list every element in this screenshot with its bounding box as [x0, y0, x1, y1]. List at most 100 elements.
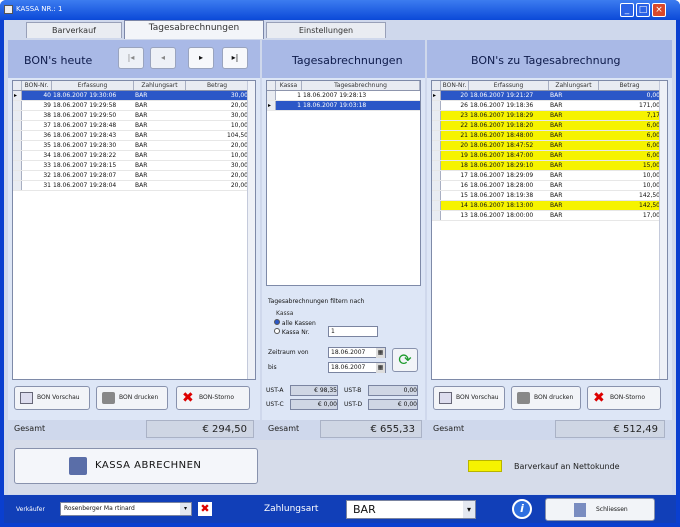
table-row[interactable]: 36 18.06.2007 19:28:43 BAR 104,50	[13, 131, 255, 141]
payment-select[interactable]: BAR ▾	[346, 500, 476, 519]
minimize-button[interactable]: _	[620, 3, 634, 17]
last-record-button[interactable]: ▸|	[222, 47, 248, 69]
table-row[interactable]: 22 18.06.2007 19:18:20 BAR 6,00	[432, 121, 667, 131]
row-selector[interactable]	[432, 101, 441, 110]
row-selector[interactable]	[267, 91, 276, 100]
bons-today-grid[interactable]: BON-Nr. Erfassung Zahlungsart Betrag ▸ 40…	[12, 80, 256, 380]
col-bon-nr[interactable]: BON-Nr.	[441, 81, 469, 90]
table-row[interactable]: 33 18.06.2007 19:28:15 BAR 30,00	[13, 161, 255, 171]
table-row[interactable]: ▸ 20 18.06.2007 19:21:27 BAR 0,00	[432, 91, 667, 101]
row-selector[interactable]	[432, 121, 441, 130]
table-row[interactable]: ▸ 1 18.06.2007 19:03:18	[267, 101, 420, 111]
table-row[interactable]: 31 18.06.2007 19:28:04 BAR 20,00	[13, 181, 255, 191]
maximize-button[interactable]: □	[636, 3, 650, 17]
kassa-abrechnen-button[interactable]: KASSA ABRECHNEN	[14, 448, 258, 484]
bons-zu-grid[interactable]: BON-Nr. Erfassung Zahlungsart Betrag ▸ 20…	[431, 80, 668, 380]
row-selector[interactable]	[13, 111, 22, 120]
table-row[interactable]: 14 18.06.2007 18:13:00 BAR 142,50	[432, 201, 667, 211]
tab-tagesabrechnungen[interactable]: Tagesabrechnungen	[124, 20, 264, 39]
table-row[interactable]: 18 18.06.2007 18:29:10 BAR 15,00	[432, 161, 667, 171]
info-icon[interactable]: i	[512, 499, 532, 519]
row-selector[interactable]	[432, 181, 441, 190]
first-record-button[interactable]: |◂	[118, 47, 144, 69]
table-row[interactable]: 17 18.06.2007 18:29:09 BAR 10,00	[432, 171, 667, 181]
table-row[interactable]: 37 18.06.2007 19:28:48 BAR 10,00	[13, 121, 255, 131]
col-tagesabrechnung[interactable]: Tagesabrechnung	[302, 81, 420, 90]
bon-preview-button[interactable]: BON Vorschau	[14, 386, 90, 410]
refresh-icon[interactable]: ⟳	[392, 348, 418, 372]
calendar-icon[interactable]: ▦	[376, 348, 385, 358]
row-selector[interactable]: ▸	[267, 101, 276, 110]
row-selector[interactable]	[432, 171, 441, 180]
row-selector[interactable]	[432, 161, 441, 170]
col-erfassung[interactable]: Erfassung	[52, 81, 134, 90]
row-selector[interactable]: ▸	[13, 91, 22, 100]
table-row[interactable]: 38 18.06.2007 19:29:50 BAR 30,00	[13, 111, 255, 121]
row-selector[interactable]	[432, 131, 441, 140]
row-selector[interactable]	[13, 161, 22, 170]
table-row[interactable]: 39 18.06.2007 19:29:58 BAR 20,00	[13, 101, 255, 111]
tagesabrechnungen-grid[interactable]: Kassa Tagesabrechnung 1 18.06.2007 19:28:…	[266, 80, 421, 286]
table-row[interactable]: 20 18.06.2007 18:47:52 BAR 6,00	[432, 141, 667, 151]
row-selector[interactable]	[13, 181, 22, 190]
col-erfassung[interactable]: Erfassung	[469, 81, 549, 90]
col-zahlungsart[interactable]: Zahlungsart	[134, 81, 186, 90]
kassa-nr-input[interactable]: 1	[328, 326, 378, 337]
row-selector[interactable]	[13, 131, 22, 140]
close-app-button[interactable]: Schliessen	[545, 498, 655, 521]
row-selector[interactable]	[432, 111, 441, 120]
col-bon-nr[interactable]: BON-Nr.	[22, 81, 52, 90]
row-selector[interactable]	[13, 151, 22, 160]
close-button[interactable]: ×	[652, 3, 666, 17]
tab-einstellungen[interactable]: Einstellungen	[266, 22, 386, 38]
seller-select[interactable]: Rosenberger Ma rtinard ▾	[60, 502, 192, 516]
table-row[interactable]: 32 18.06.2007 19:28:07 BAR 20,00	[13, 171, 255, 181]
prev-record-button[interactable]: ◂	[150, 47, 176, 69]
calendar-icon[interactable]: ▦	[376, 363, 385, 373]
next-record-button[interactable]: ▸	[188, 47, 214, 69]
bon-print-button[interactable]: BON drucken	[96, 386, 168, 410]
grid-scrollbar[interactable]	[247, 81, 255, 379]
table-row[interactable]: 15 18.06.2007 18:19:38 BAR 142,50	[432, 191, 667, 201]
col-zahlungsart[interactable]: Zahlungsart	[549, 81, 599, 90]
mid-total: Gesamt € 655,33	[262, 420, 425, 438]
chevron-down-icon[interactable]: ▾	[463, 501, 475, 518]
row-selector[interactable]	[432, 141, 441, 150]
table-row[interactable]: 26 18.06.2007 19:18:36 BAR 171,00	[432, 101, 667, 111]
table-row[interactable]: 13 18.06.2007 18:00:00 BAR 17,00	[432, 211, 667, 221]
table-row[interactable]: ▸ 40 18.06.2007 19:30:06 BAR 30,00	[13, 91, 255, 101]
table-row[interactable]: 1 18.06.2007 19:28:13	[267, 91, 420, 101]
cell-amt: 15,00	[642, 162, 660, 169]
row-selector[interactable]	[13, 171, 22, 180]
row-selector[interactable]	[13, 141, 22, 150]
right-grid-scrollbar[interactable]	[659, 81, 667, 379]
col-betrag[interactable]: Betrag	[599, 81, 661, 90]
table-row[interactable]: 23 18.06.2007 19:18:29 BAR 7,17	[432, 111, 667, 121]
cell-nr: 34	[43, 152, 51, 159]
clear-seller-icon[interactable]: ✖	[198, 502, 212, 516]
table-row[interactable]: 35 18.06.2007 19:28:30 BAR 20,00	[13, 141, 255, 151]
date-to-input[interactable]: 18.06.2007 ▦	[328, 362, 386, 373]
row-selector[interactable]	[432, 201, 441, 210]
table-row[interactable]: 16 18.06.2007 18:28:00 BAR 10,00	[432, 181, 667, 191]
row-selector[interactable]: ▸	[432, 91, 441, 100]
col-kassa[interactable]: Kassa	[276, 81, 302, 90]
bon-print-button[interactable]: BON drucken	[511, 386, 581, 410]
radio-kassa-nr[interactable]: Kassa Nr.	[274, 328, 310, 336]
col-betrag[interactable]: Betrag	[186, 81, 249, 90]
table-row[interactable]: 34 18.06.2007 19:28:22 BAR 10,00	[13, 151, 255, 161]
row-selector[interactable]	[432, 151, 441, 160]
chevron-down-icon[interactable]: ▾	[180, 503, 191, 515]
row-selector[interactable]	[432, 191, 441, 200]
date-from-input[interactable]: 18.06.2007 ▦	[328, 347, 386, 358]
bon-preview-button[interactable]: BON Vorschau	[433, 386, 505, 410]
tab-barverkauf[interactable]: Barverkauf	[26, 22, 122, 38]
bon-storno-button[interactable]: ✖ BON-Storno	[176, 386, 250, 410]
row-selector[interactable]	[432, 211, 441, 220]
row-selector[interactable]	[13, 121, 22, 130]
table-row[interactable]: 21 18.06.2007 18:48:00 BAR 6,00	[432, 131, 667, 141]
table-row[interactable]: 19 18.06.2007 18:47:00 BAR 6,00	[432, 151, 667, 161]
radio-all-kassen[interactable]: alle Kassen	[274, 319, 316, 327]
row-selector[interactable]	[13, 101, 22, 110]
bon-storno-button[interactable]: ✖ BON-Storno	[587, 386, 661, 410]
